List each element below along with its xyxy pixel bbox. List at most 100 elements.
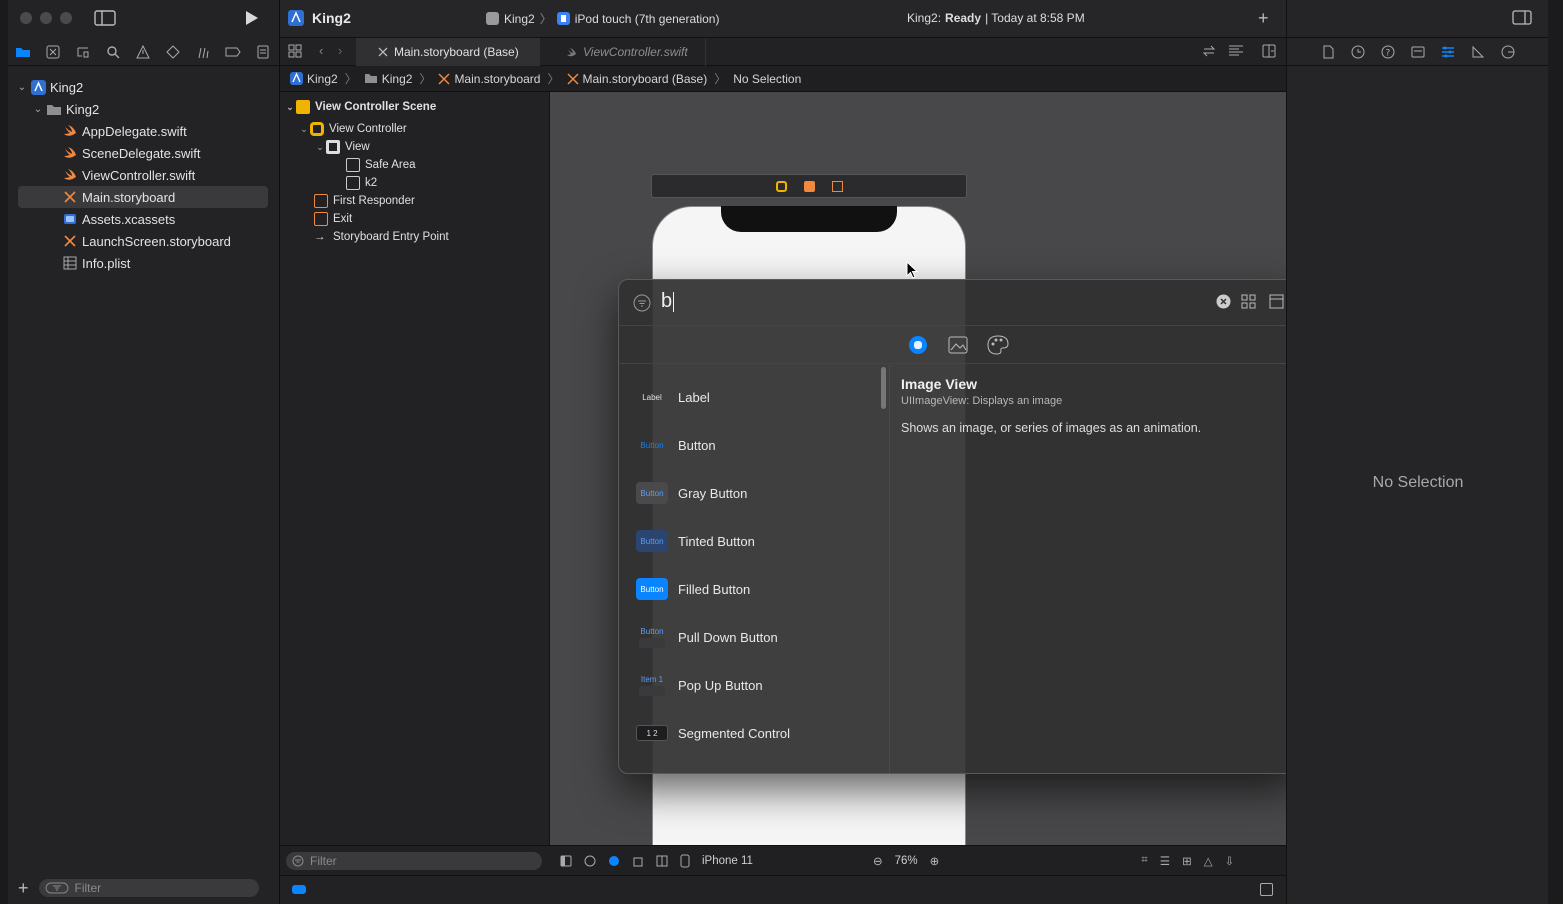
warning-icon[interactable] bbox=[134, 43, 152, 61]
library-search-input[interactable]: b bbox=[661, 290, 675, 313]
report-icon[interactable] bbox=[254, 43, 272, 61]
toggle-debug-area-icon[interactable] bbox=[1260, 883, 1273, 896]
outline-label: Storyboard Entry Point bbox=[333, 231, 449, 243]
outline-item-scene[interactable]: ⌄ View Controller Scene bbox=[284, 98, 436, 116]
scheme-selector[interactable]: King2 〉 iPod touch (7th generation) bbox=[486, 10, 719, 27]
library-item-gray-button[interactable]: Button Gray Button bbox=[619, 469, 890, 517]
inspector-toggle-icon[interactable] bbox=[1512, 10, 1532, 25]
library-item-segmented-control[interactable]: 1 2 Segmented Control bbox=[619, 709, 890, 757]
chevron-down-icon[interactable]: ⌄ bbox=[298, 124, 310, 135]
objects-icon[interactable] bbox=[908, 335, 928, 355]
size-class-icon[interactable] bbox=[656, 855, 668, 867]
outline-item-safe-area[interactable]: Safe Area bbox=[346, 156, 416, 174]
zoom-in-icon[interactable]: ⊕ bbox=[930, 854, 940, 868]
connections-inspector-icon[interactable] bbox=[1501, 45, 1515, 59]
tree-item-file[interactable]: AppDelegate.swift bbox=[60, 120, 272, 142]
list-scrollbar[interactable] bbox=[881, 367, 886, 409]
library-item-pop-up-button[interactable]: Item 1 Pop Up Button bbox=[619, 661, 890, 709]
search-icon[interactable] bbox=[104, 43, 122, 61]
identity-inspector-icon[interactable] bbox=[1411, 45, 1425, 59]
clear-search-icon[interactable] bbox=[1216, 294, 1231, 309]
library-item-pull-down-button[interactable]: Button Pull Down Button bbox=[619, 613, 890, 661]
outline-item-image-view[interactable]: k2 bbox=[346, 174, 377, 192]
add-editor-icon[interactable]: + bbox=[1258, 8, 1269, 29]
history-inspector-icon[interactable] bbox=[1351, 45, 1365, 59]
outline-item-first-responder[interactable]: First Responder bbox=[314, 192, 415, 210]
tree-item-file[interactable]: SceneDelegate.swift bbox=[60, 142, 272, 164]
device-label[interactable]: iPhone 11 bbox=[702, 855, 753, 867]
exit-icon[interactable] bbox=[832, 181, 843, 192]
add-constraints-icon[interactable]: ⊞ bbox=[1182, 854, 1192, 868]
size-inspector-icon[interactable] bbox=[1471, 45, 1485, 59]
accessibility-icon[interactable] bbox=[584, 855, 596, 867]
view-controller-icon[interactable] bbox=[776, 181, 787, 192]
tree-item-file[interactable]: Assets.xcassets bbox=[60, 208, 272, 230]
test-icon[interactable] bbox=[164, 43, 182, 61]
embed-in-icon[interactable]: ⇩ bbox=[1225, 854, 1235, 868]
color-palette-icon[interactable] bbox=[987, 335, 1009, 355]
sidebar-toggle-icon[interactable] bbox=[94, 10, 116, 26]
symbol-icon[interactable] bbox=[74, 43, 92, 61]
help-inspector-icon[interactable]: ? bbox=[1381, 45, 1395, 59]
outline-item-exit[interactable]: Exit bbox=[314, 210, 352, 228]
source-control-icon[interactable] bbox=[44, 43, 62, 61]
align-icon[interactable]: ☰ bbox=[1160, 854, 1170, 868]
minimize-window-button[interactable] bbox=[40, 12, 52, 24]
tree-item-file[interactable]: LaunchScreen.storyboard bbox=[60, 230, 272, 252]
tab-viewcontroller-swift[interactable]: ViewController.swift bbox=[540, 38, 706, 66]
folder-icon[interactable] bbox=[14, 43, 32, 61]
file-inspector-icon[interactable] bbox=[1321, 45, 1335, 59]
adjust-editor-icon[interactable] bbox=[1228, 44, 1244, 58]
tree-item-file[interactable]: Info.plist bbox=[60, 252, 272, 274]
back-icon[interactable]: ‹ bbox=[319, 43, 323, 58]
orientation-icon[interactable] bbox=[632, 855, 644, 867]
breadcrumb-project[interactable]: King2 bbox=[307, 72, 338, 86]
breadcrumb-selection[interactable]: No Selection bbox=[733, 72, 801, 86]
outline-filter-field[interactable]: Filter bbox=[286, 852, 542, 870]
resolve-issues-icon[interactable]: △ bbox=[1204, 854, 1213, 868]
breadcrumb-file[interactable]: Main.storyboard bbox=[454, 72, 540, 86]
library-item-tinted-button[interactable]: Button Tinted Button bbox=[619, 517, 890, 565]
appearance-icon[interactable] bbox=[608, 855, 620, 867]
outline-item-view[interactable]: ⌄ View bbox=[314, 138, 370, 156]
breadcrumb-group[interactable]: King2 bbox=[382, 72, 413, 86]
chevron-down-icon[interactable]: ⌄ bbox=[32, 104, 44, 115]
chevron-down-icon[interactable]: ⌄ bbox=[16, 82, 28, 93]
tab-main-storyboard[interactable]: Main.storyboard (Base) bbox=[356, 38, 540, 66]
toggle-outline-icon[interactable] bbox=[560, 855, 572, 867]
library-item-button[interactable]: Button Button bbox=[619, 421, 890, 469]
navigator-filter-field[interactable]: Filter bbox=[38, 879, 259, 897]
split-editor-icon[interactable] bbox=[1262, 44, 1276, 58]
library-item-label[interactable]: Label Label bbox=[619, 373, 890, 421]
zoom-label[interactable]: 76% bbox=[895, 855, 918, 867]
related-items-icon[interactable] bbox=[1202, 44, 1216, 58]
run-button[interactable] bbox=[244, 10, 260, 26]
tree-item-project[interactable]: ⌄ King2 bbox=[16, 76, 272, 98]
debug-area-icon[interactable] bbox=[292, 885, 306, 894]
outline-item-entry-point[interactable]: → Storyboard Entry Point bbox=[314, 228, 449, 246]
library-item-filled-button[interactable]: Button Filled Button bbox=[619, 565, 890, 613]
forward-icon[interactable]: › bbox=[338, 43, 342, 58]
add-icon[interactable]: + bbox=[18, 878, 29, 899]
detail-view-icon[interactable] bbox=[1269, 294, 1284, 309]
close-window-button[interactable] bbox=[20, 12, 32, 24]
image-icon[interactable] bbox=[948, 335, 968, 355]
tree-item-file-selected[interactable]: Main.storyboard bbox=[18, 186, 268, 208]
outline-item-view-controller[interactable]: ⌄ View Controller bbox=[298, 120, 407, 138]
attributes-inspector-icon[interactable] bbox=[1441, 45, 1455, 59]
chevron-down-icon[interactable]: ⌄ bbox=[284, 102, 296, 113]
tree-item-file[interactable]: ViewController.swift bbox=[60, 164, 272, 186]
grid-view-icon[interactable] bbox=[1241, 294, 1256, 309]
zoom-out-icon[interactable]: ⊖ bbox=[873, 854, 883, 868]
update-frames-icon[interactable]: ⌗ bbox=[1141, 854, 1147, 867]
breakpoint-icon[interactable] bbox=[224, 43, 242, 61]
device-icon[interactable] bbox=[680, 854, 690, 868]
first-responder-icon[interactable] bbox=[804, 181, 815, 192]
zoom-window-button[interactable] bbox=[60, 12, 72, 24]
chevron-down-icon[interactable]: ⌄ bbox=[314, 142, 326, 153]
grid-icon[interactable] bbox=[288, 44, 302, 58]
tree-item-group[interactable]: ⌄ King2 bbox=[32, 98, 272, 120]
breadcrumb-localization[interactable]: Main.storyboard (Base) bbox=[583, 72, 708, 86]
debug-icon[interactable] bbox=[194, 43, 212, 61]
scene-dock[interactable] bbox=[651, 174, 967, 198]
